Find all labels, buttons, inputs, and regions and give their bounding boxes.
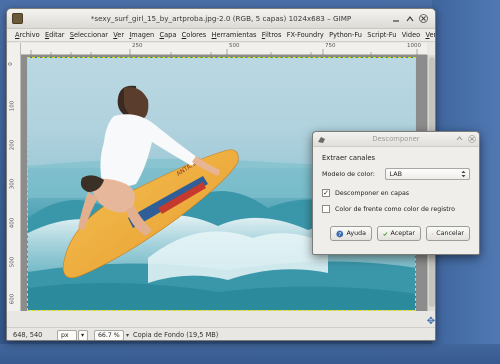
menu-herramientas[interactable]: Herramientas [212, 31, 257, 39]
ruler-label: 1000 [407, 43, 421, 49]
unit-select[interactable]: px [57, 329, 77, 340]
cancel-button[interactable]: Cancelar [426, 226, 470, 241]
zoom-dropdown-icon[interactable]: ▾ [126, 332, 129, 339]
decompose-dialog: Descomponer Extraer canales Modelo de co… [312, 131, 480, 255]
vertical-ruler[interactable]: 0 100 200 300 400 500 600 [7, 43, 21, 311]
decompose-layers-option[interactable]: ✓ Descomponer en capas [322, 189, 470, 197]
menu-ventanas[interactable]: Ventanas [425, 31, 435, 39]
menu-seleccionar[interactable]: Seleccionar [70, 31, 108, 39]
ruler-label: 500 [229, 43, 240, 49]
help-icon: ? [336, 230, 344, 238]
dialog-titlebar[interactable]: Descomponer [313, 132, 479, 147]
help-button-label: Ayuda [346, 230, 366, 237]
menu-capa[interactable]: Capa [159, 31, 176, 39]
ok-button-label: Aceptar [390, 230, 415, 237]
color-model-row: Modelo de color: LAB [322, 168, 470, 180]
section-heading: Extraer canales [322, 154, 376, 162]
menu-filtros[interactable]: Filtros [262, 31, 282, 39]
ruler-label: 250 [132, 43, 143, 49]
unit-dropdown-icon[interactable]: ▾ [78, 329, 88, 340]
help-button[interactable]: ? Ayuda [330, 226, 372, 241]
ruler-label: 0 [7, 62, 14, 66]
cancel-icon [432, 232, 434, 235]
zoom-value: 66.7 % [98, 331, 120, 339]
menubar: Archivo Editar Seleccionar Ver Imagen Capa Col… [7, 29, 435, 42]
window-title: *sexy_surf_girl_15_by_artproba.jpg-2.0 (… [90, 14, 352, 23]
dialog-maximize-icon[interactable] [455, 134, 464, 143]
horizontal-ruler[interactable]: 250 500 750 1000 [21, 43, 427, 55]
menu-script-fu[interactable]: Script-Fu [367, 31, 396, 39]
ruler-label: 600 [9, 293, 16, 305]
foreground-registration-label: Color de frente como color de registro [335, 205, 455, 213]
select-arrows-icon [461, 170, 466, 178]
ruler-label: 300 [9, 178, 16, 190]
ruler-label: 400 [9, 217, 16, 229]
maximize-icon[interactable] [404, 13, 415, 24]
ok-button[interactable]: Aceptar [377, 226, 421, 241]
desktop-background-bottom [0, 344, 500, 364]
decompose-layers-label: Descomponer en capas [335, 189, 410, 197]
window-titlebar[interactable]: *sexy_surf_girl_15_by_artproba.jpg-2.0 (… [7, 9, 435, 29]
svg-text:?: ? [338, 232, 341, 238]
menu-video[interactable]: Video [402, 31, 420, 39]
statusbar: 648, 540 px ▾ 66.7 % ▾ Copia de Fondo (1… [7, 327, 435, 340]
color-model-label: Modelo de color: [322, 170, 375, 178]
dialog-button-row: ? Ayuda Aceptar Cancelar [322, 226, 470, 241]
menu-archivo[interactable]: Archivo [15, 31, 40, 39]
color-model-value: LAB [389, 170, 403, 178]
menu-python-fu[interactable]: Python-Fu [329, 31, 362, 39]
menu-colores[interactable]: Colores [182, 31, 207, 39]
status-message: Copia de Fondo (19,5 MB) [133, 331, 219, 339]
foreground-registration-option[interactable]: Color de frente como color de registro [322, 205, 470, 213]
ruler-label: 750 [325, 43, 336, 49]
checkmark-icon [383, 231, 388, 236]
minimize-icon[interactable] [390, 13, 401, 24]
menu-fx-foundry[interactable]: FX-Foundry [287, 31, 324, 39]
ruler-label: 200 [9, 139, 16, 151]
menu-imagen[interactable]: Imagen [129, 31, 154, 39]
navigate-icon[interactable]: ✥ [425, 315, 435, 327]
menu-editar[interactable]: Editar [45, 31, 65, 39]
foreground-registration-checkbox[interactable] [322, 205, 330, 213]
unit-value: px [61, 331, 69, 339]
close-icon[interactable] [418, 13, 429, 24]
decompose-layers-checkbox[interactable]: ✓ [322, 189, 330, 197]
pointer-coordinates: 648, 540 [13, 331, 43, 339]
dialog-close-icon[interactable] [467, 134, 476, 143]
menu-ver[interactable]: Ver [113, 31, 124, 39]
cancel-button-label: Cancelar [436, 230, 464, 237]
dialog-body: Extraer canales Modelo de color: LAB ✓ D… [313, 147, 479, 246]
ruler-label: 100 [9, 100, 16, 112]
ruler-ticks [30, 49, 418, 55]
zoom-select[interactable]: 66.7 % [94, 329, 124, 340]
ruler-label: 500 [9, 256, 16, 268]
color-model-select[interactable]: LAB [384, 168, 470, 180]
